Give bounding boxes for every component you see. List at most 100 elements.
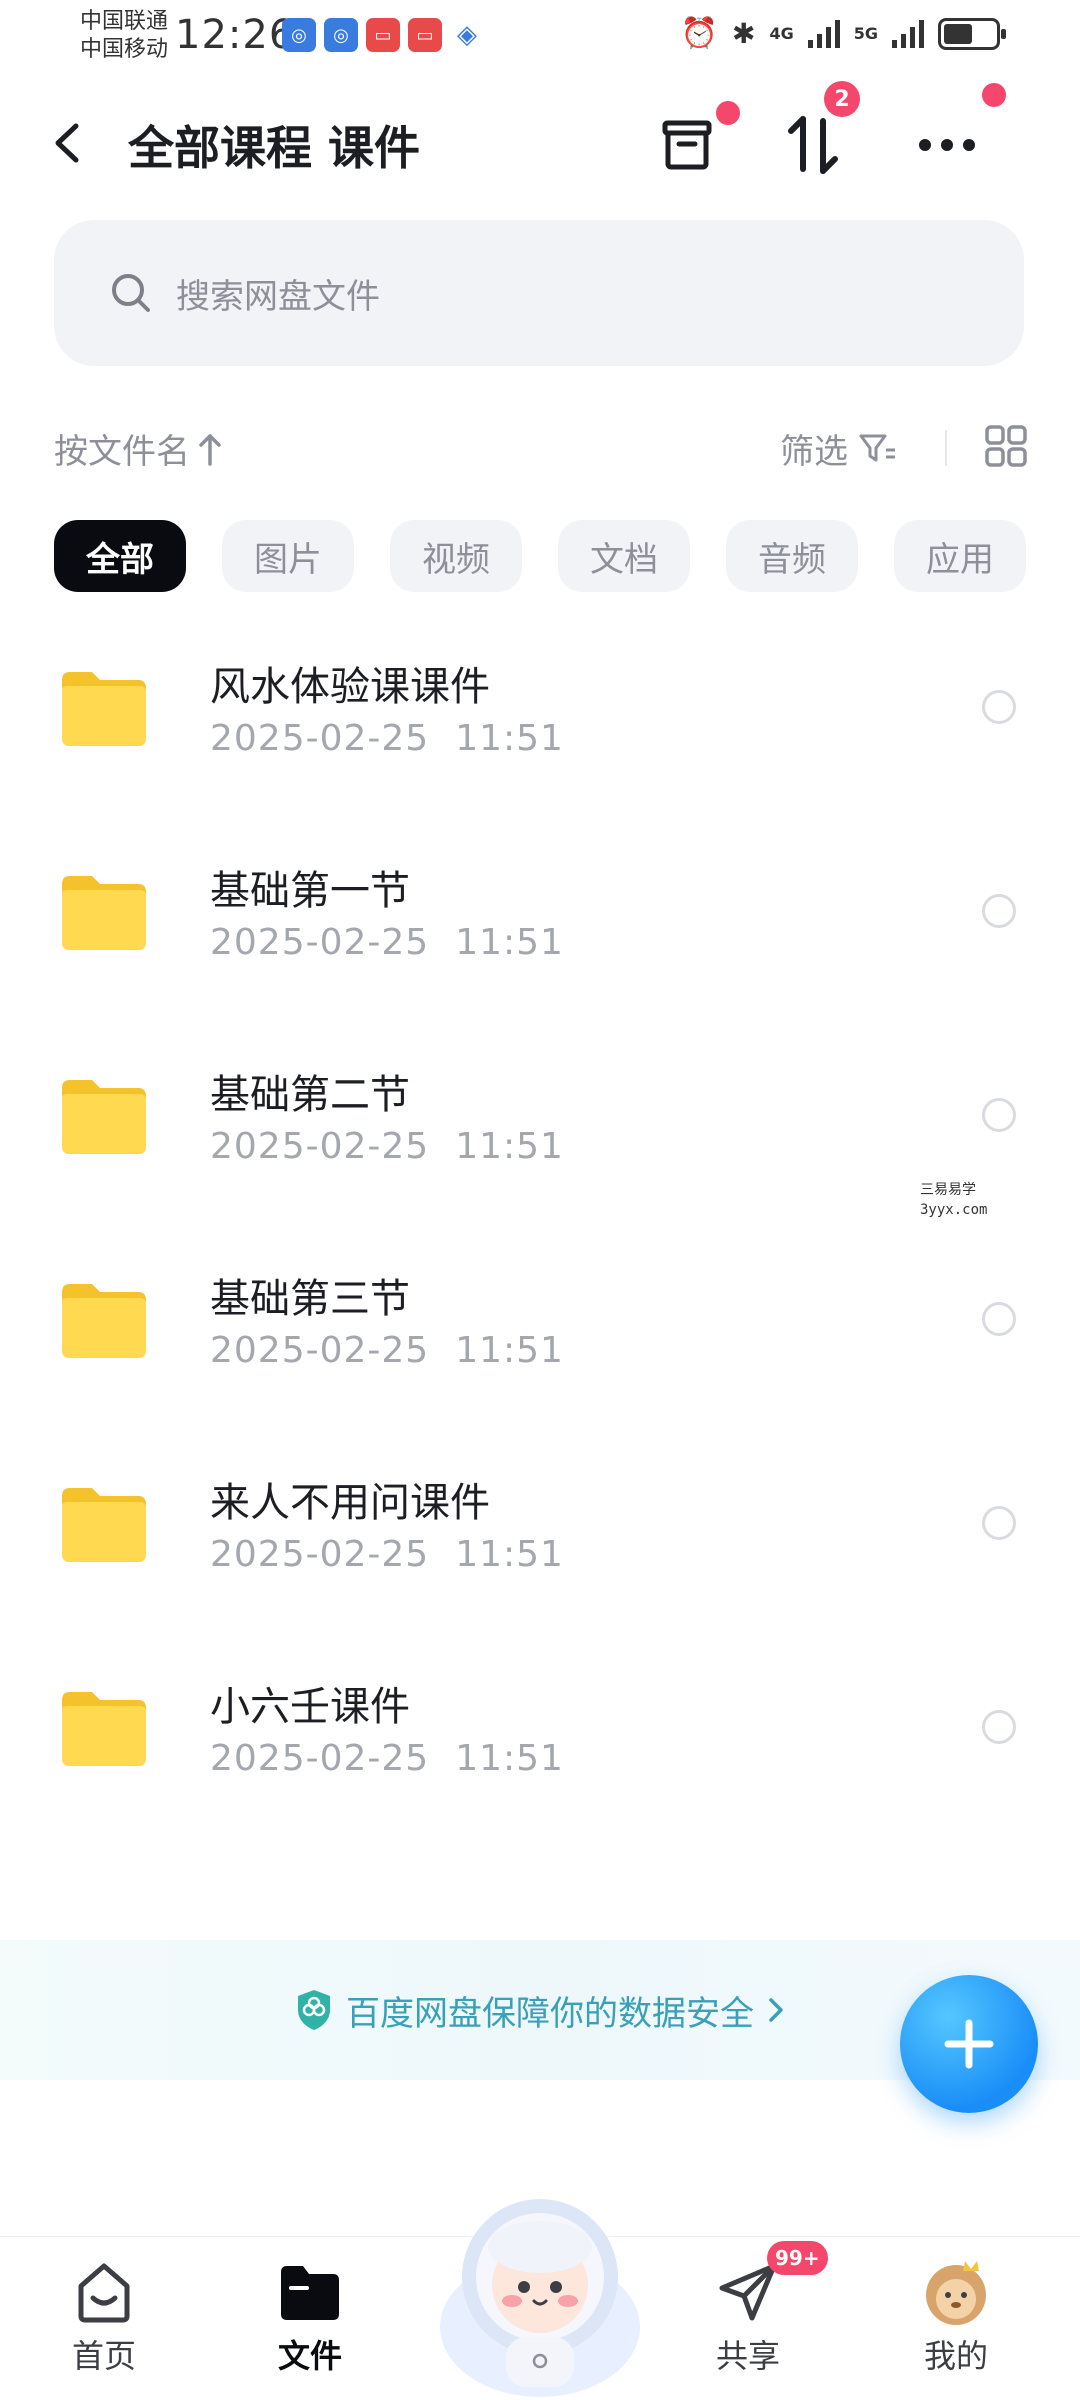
chip-all[interactable]: 全部 (54, 520, 186, 592)
watermark-line-2: 3yyx.com (920, 1202, 988, 1218)
recycle-box-button[interactable] (642, 101, 740, 185)
astronaut-mascot-icon (440, 2199, 640, 2397)
bluetooth-icon: ✱ (732, 17, 756, 50)
folder-icon (62, 1488, 146, 1562)
more-options-button[interactable] (902, 83, 1006, 185)
file-modified: 2025-02-25 11:51 (210, 718, 564, 759)
battery-fill (944, 23, 972, 44)
select-radio[interactable] (982, 1098, 1016, 1132)
toolbar-divider (945, 430, 947, 466)
watermark-line-1: 三易易学 (920, 1182, 976, 1198)
status-bar: 中国联通 中国移动 12:26 ◎ ◎ ▭ ▭ ◈ ⏰ ✱ 4G 5G (0, 0, 1080, 70)
file-row[interactable]: 来人不用问课件 2025-02-25 11:51 (0, 1426, 1080, 1630)
status-clock: 12:26 (175, 12, 296, 58)
select-radio[interactable] (982, 690, 1016, 724)
file-date: 2025-02-25 (210, 1330, 430, 1371)
select-radio[interactable] (982, 1710, 1016, 1744)
home-icon (78, 2263, 130, 2323)
status-indicators: ⏰ ✱ 4G 5G (680, 16, 1006, 51)
nav-files[interactable]: 文件 (230, 2237, 390, 2400)
notification-icons: ◎ ◎ ▭ ▭ ◈ (282, 18, 484, 52)
file-name: 风水体验课课件 (210, 664, 490, 710)
file-row[interactable]: 小六壬课件 2025-02-25 11:51 (0, 1630, 1080, 1834)
nav-home[interactable]: 首页 (24, 2237, 184, 2400)
file-name: 基础第三节 (210, 1276, 410, 1322)
profile-avatar-icon (926, 2261, 986, 2325)
select-radio[interactable] (982, 1302, 1016, 1336)
network-1-label: 4G (769, 24, 794, 43)
watermark: 三易易学 3yyx.com (920, 1180, 987, 1220)
file-time: 11:51 (455, 922, 564, 963)
file-time: 11:51 (455, 1738, 564, 1779)
file-row[interactable]: 基础第一节 2025-02-25 11:51 (0, 814, 1080, 1018)
file-time: 11:51 (455, 1330, 564, 1371)
nav-files-label: 文件 (277, 2337, 342, 2375)
select-radio[interactable] (982, 1506, 1016, 1540)
file-row[interactable]: 风水体验课课件 2025-02-25 11:51 (0, 610, 1080, 814)
file-row[interactable]: 基础第三节 2025-02-25 11:51 (0, 1222, 1080, 1426)
file-name: 基础第一节 (210, 868, 410, 914)
filter-label: 筛选 (780, 432, 848, 472)
app-notification-icon: ◎ (324, 18, 358, 52)
file-name: 基础第二节 (210, 1072, 410, 1118)
notification-dot (716, 101, 740, 125)
browser-notification-icon: ◈ (457, 20, 477, 50)
file-time: 11:51 (455, 1534, 564, 1575)
back-button[interactable] (48, 118, 88, 168)
signal-2-icon (892, 19, 924, 48)
select-radio[interactable] (982, 894, 1016, 928)
chevron-right-icon (769, 1998, 783, 2022)
file-time: 11:51 (455, 1126, 564, 1167)
file-modified: 2025-02-25 11:51 (210, 1330, 564, 1371)
banner-text: 百度网盘保障你的数据安全 (346, 1993, 754, 2034)
nav-home-icon-wrap (69, 2257, 139, 2327)
filter-button[interactable]: 筛选 (780, 424, 898, 473)
chip-images[interactable]: 图片 (222, 520, 354, 592)
mascot-avatar-button[interactable] (430, 2177, 650, 2397)
grid-icon (985, 425, 1027, 467)
nav-share-label: 共享 (715, 2337, 780, 2375)
transfer-list-button[interactable]: 2 (768, 81, 860, 185)
share-count-badge: 99+ (767, 2241, 828, 2275)
more-dots-icon (919, 139, 975, 151)
page-title: 全部课程 课件 (128, 121, 421, 175)
file-modified: 2025-02-25 11:51 (210, 922, 564, 963)
category-chips: 全部 图片 视频 文档 音频 应用 (54, 520, 1026, 592)
chevron-left-icon (55, 123, 79, 163)
file-modified: 2025-02-25 11:51 (210, 1738, 564, 1779)
grid-view-button[interactable] (985, 425, 1027, 467)
nav-mine[interactable]: 我的 (876, 2237, 1036, 2400)
file-row[interactable]: 基础第二节 2025-02-25 11:51 (0, 1018, 1080, 1222)
alarm-icon: ⏰ (680, 16, 718, 51)
file-date: 2025-02-25 (210, 1738, 430, 1779)
nav-home-label: 首页 (71, 2337, 136, 2375)
chip-audio[interactable]: 音频 (726, 520, 858, 592)
file-date: 2025-02-25 (210, 718, 430, 759)
file-modified: 2025-02-25 11:51 (210, 1534, 564, 1575)
plus-icon (944, 2019, 994, 2069)
add-button[interactable] (900, 1975, 1038, 2113)
battery-icon (938, 17, 1006, 50)
file-name: 小六壬课件 (210, 1684, 410, 1730)
signal-1-icon (807, 19, 840, 48)
sort-button[interactable]: 按文件名 (54, 424, 222, 473)
folder-icon (62, 672, 146, 746)
search-bar[interactable]: 搜索网盘文件 (54, 220, 1024, 366)
folder-icon (62, 876, 146, 950)
shield-icon (298, 1990, 330, 2030)
paper-plane-icon (719, 2263, 777, 2321)
transfer-count-badge: 2 (824, 81, 860, 117)
nav-share[interactable]: 99+ 共享 (668, 2237, 828, 2400)
file-date: 2025-02-25 (210, 922, 430, 963)
app-notification-icon: ▭ (408, 18, 442, 52)
chip-apps[interactable]: 应用 (894, 520, 1026, 592)
notification-dot (982, 83, 1006, 107)
bottom-nav: 首页 文件 99+ 共享 我的 (0, 2199, 1080, 2400)
nav-mine-icon-wrap (921, 2257, 991, 2327)
archive-box-icon (662, 120, 712, 170)
chip-videos[interactable]: 视频 (390, 520, 522, 592)
search-icon (112, 274, 150, 312)
chip-documents[interactable]: 文档 (558, 520, 690, 592)
nav-mine-label: 我的 (923, 2337, 988, 2375)
folder-icon (62, 1284, 146, 1358)
